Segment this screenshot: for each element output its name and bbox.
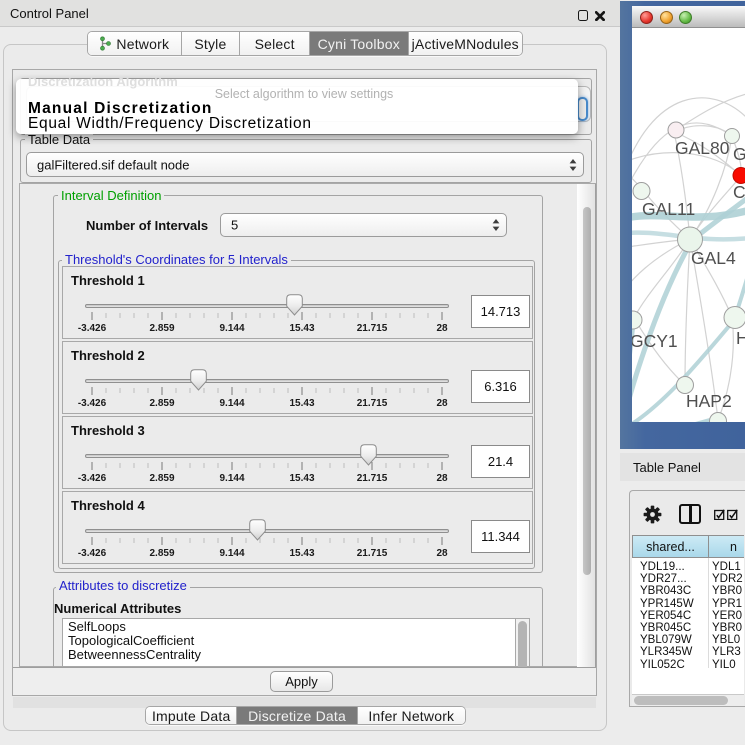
svg-text:GAL4: GAL4	[691, 248, 736, 268]
svg-text:C: C	[733, 182, 745, 202]
svg-text:GAL80: GAL80	[675, 138, 730, 158]
svg-text:HAP2: HAP2	[686, 391, 732, 411]
svg-text:GAL11: GAL11	[642, 199, 695, 219]
svg-text:H: H	[736, 328, 745, 348]
svg-text:GCY1: GCY1	[632, 331, 678, 351]
svg-text:G.: G.	[733, 144, 745, 164]
